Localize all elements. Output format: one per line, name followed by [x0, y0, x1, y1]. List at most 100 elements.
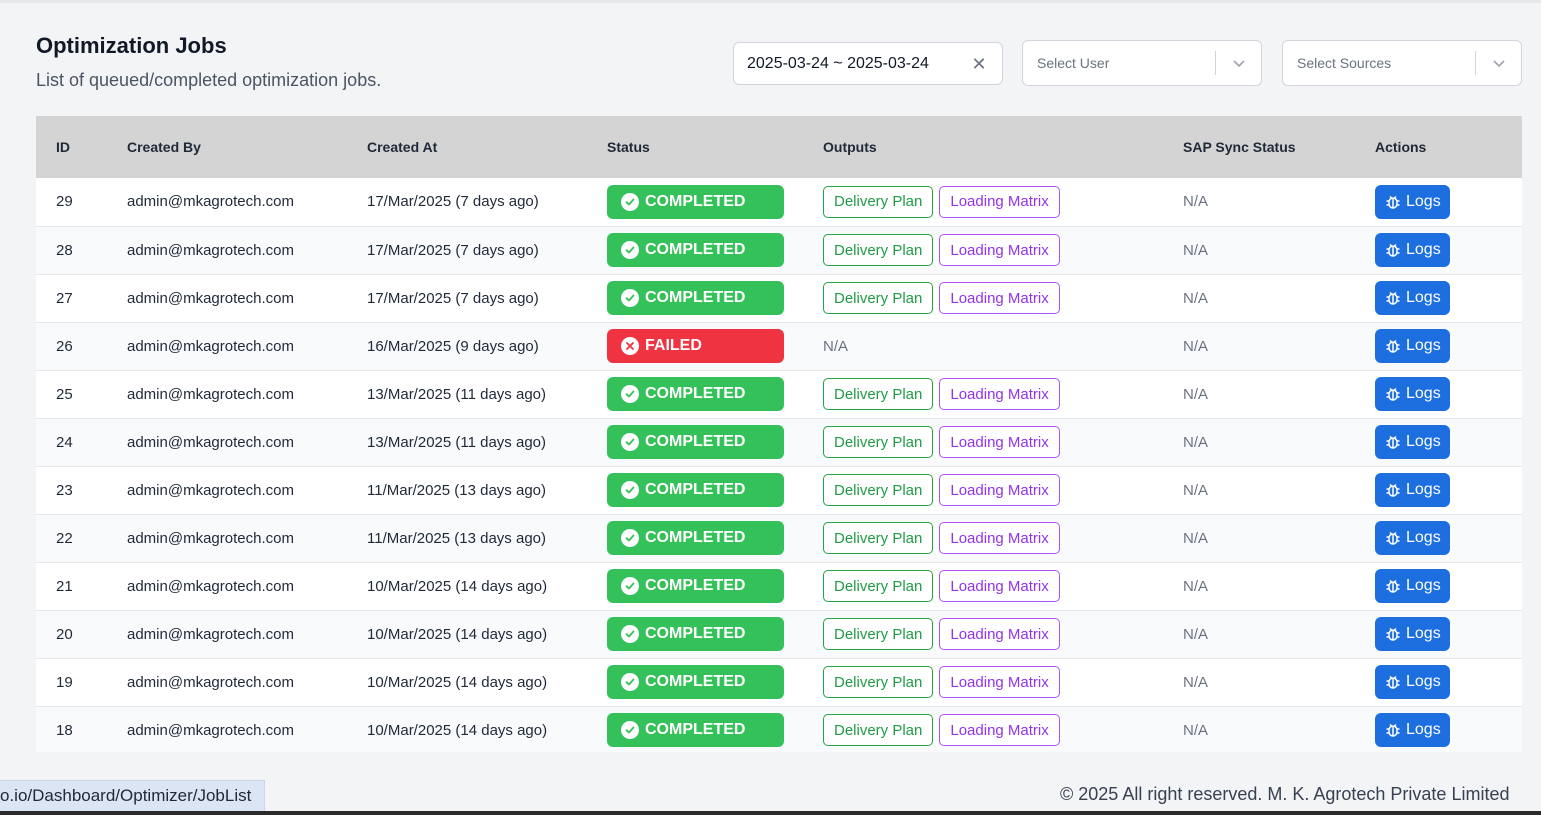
logs-button[interactable]: Logs	[1375, 665, 1450, 699]
table-row: 26 admin@mkagrotech.com 16/Mar/2025 (9 day…	[36, 322, 1522, 370]
delivery-plan-link[interactable]: Delivery Plan	[823, 666, 934, 698]
page-title: Optimization Jobs	[36, 33, 227, 58]
status-badge: COMPLETED	[607, 521, 784, 555]
cell-created-at: 17/Mar/2025 (7 days ago)	[367, 241, 539, 259]
table-row: 22 admin@mkagrotech.com 11/Mar/2025 (13 da…	[36, 514, 1522, 562]
check-circle-icon	[621, 721, 639, 739]
delivery-plan-link[interactable]: Delivery Plan	[823, 522, 934, 554]
cell-sap-sync-status: N/A	[1183, 481, 1209, 499]
cell-sap-sync-status: N/A	[1183, 241, 1209, 259]
check-circle-icon	[621, 529, 639, 547]
select-user-placeholder: Select User	[1037, 55, 1110, 71]
logs-button[interactable]: Logs	[1375, 713, 1450, 747]
delivery-plan-link[interactable]: Delivery Plan	[823, 426, 934, 458]
loading-matrix-link[interactable]: Loading Matrix	[939, 570, 1060, 602]
bug-icon	[1384, 673, 1402, 691]
logs-button[interactable]: Logs	[1375, 329, 1450, 363]
logs-button[interactable]: Logs	[1375, 377, 1450, 411]
loading-matrix-link[interactable]: Loading Matrix	[939, 666, 1060, 698]
cell-created-by: admin@mkagrotech.com	[127, 337, 294, 355]
column-header-actions: Actions	[1355, 116, 1522, 178]
cell-created-by: admin@mkagrotech.com	[127, 721, 294, 739]
loading-matrix-link[interactable]: Loading Matrix	[939, 185, 1060, 218]
cell-sap-sync-status: N/A	[1183, 577, 1209, 595]
logs-button[interactable]: Logs	[1375, 569, 1450, 603]
cell-status: COMPLETED	[587, 610, 803, 658]
page-subtitle: List of queued/completed optimization jo…	[36, 70, 382, 90]
cell-created-by: admin@mkagrotech.com	[127, 289, 294, 307]
delivery-plan-link[interactable]: Delivery Plan	[823, 570, 934, 602]
status-badge: COMPLETED	[607, 569, 784, 603]
delivery-plan-link[interactable]: Delivery Plan	[823, 474, 934, 506]
cell-actions: Logs	[1355, 514, 1522, 562]
logs-button-label: Logs	[1406, 337, 1441, 354]
delivery-plan-link[interactable]: Delivery Plan	[823, 234, 934, 266]
cell-created-by: admin@mkagrotech.com	[127, 385, 294, 403]
delivery-plan-link[interactable]: Delivery Plan	[823, 378, 934, 410]
loading-matrix-link[interactable]: Loading Matrix	[939, 426, 1060, 458]
cell-outputs: Delivery Plan Loading Matrix	[803, 658, 1163, 706]
logs-button[interactable]: Logs	[1375, 521, 1450, 555]
cell-status: COMPLETED	[587, 514, 803, 562]
logs-button-label: Logs	[1406, 241, 1441, 258]
delivery-plan-link[interactable]: Delivery Plan	[823, 282, 934, 314]
logs-button[interactable]: Logs	[1375, 281, 1450, 315]
cell-created-by: admin@mkagrotech.com	[127, 577, 294, 595]
delivery-plan-link[interactable]: Delivery Plan	[823, 618, 934, 650]
logs-button[interactable]: Logs	[1375, 425, 1450, 459]
cell-outputs: Delivery Plan Loading Matrix	[803, 178, 1163, 226]
logs-button-label: Logs	[1406, 721, 1441, 738]
status-badge: COMPLETED	[607, 713, 784, 747]
loading-matrix-link[interactable]: Loading Matrix	[939, 282, 1060, 314]
loading-matrix-link[interactable]: Loading Matrix	[939, 378, 1060, 410]
logs-button-label: Logs	[1406, 625, 1441, 642]
cell-outputs: Delivery Plan Loading Matrix	[803, 610, 1163, 658]
bug-icon	[1384, 481, 1402, 499]
cell-status: COMPLETED	[587, 178, 803, 226]
footer-copyright: © 2025 All right reserved. M. K. Agrotec…	[1060, 784, 1510, 804]
close-icon[interactable]: ✕	[970, 55, 988, 73]
logs-button[interactable]: Logs	[1375, 233, 1450, 267]
delivery-plan-link[interactable]: Delivery Plan	[823, 185, 934, 218]
table-row: 27 admin@mkagrotech.com 17/Mar/2025 (7 day…	[36, 274, 1522, 322]
cell-created-at: 11/Mar/2025 (13 days ago)	[367, 529, 546, 547]
select-sources-dropdown[interactable]: Select Sources	[1282, 40, 1522, 86]
cell-id: 29	[56, 193, 73, 211]
status-badge: COMPLETED	[607, 665, 784, 699]
logs-button[interactable]: Logs	[1375, 617, 1450, 651]
cell-actions: Logs	[1355, 418, 1522, 466]
logs-button-label: Logs	[1406, 577, 1441, 594]
cell-actions: Logs	[1355, 610, 1522, 658]
check-circle-icon	[621, 673, 639, 691]
cell-sap-sync-status: N/A	[1183, 193, 1209, 211]
loading-matrix-link[interactable]: Loading Matrix	[939, 474, 1060, 506]
status-badge: COMPLETED	[607, 473, 784, 507]
column-header-status: Status	[587, 116, 803, 178]
loading-matrix-link[interactable]: Loading Matrix	[939, 714, 1060, 746]
cell-id: 21	[56, 577, 73, 595]
x-circle-icon	[621, 337, 639, 355]
logs-button-label: Logs	[1406, 481, 1441, 498]
column-header-created-by: Created By	[107, 116, 347, 178]
cell-id: 24	[56, 433, 73, 451]
loading-matrix-link[interactable]: Loading Matrix	[939, 522, 1060, 554]
table-row: 24 admin@mkagrotech.com 13/Mar/2025 (11 da…	[36, 418, 1522, 466]
chevron-down-icon[interactable]	[1231, 55, 1247, 71]
cell-status: COMPLETED	[587, 274, 803, 322]
cell-created-by: admin@mkagrotech.com	[127, 241, 294, 259]
delivery-plan-link[interactable]: Delivery Plan	[823, 714, 934, 746]
cell-status: COMPLETED	[587, 418, 803, 466]
cell-created-by: admin@mkagrotech.com	[127, 529, 294, 547]
logs-button[interactable]: Logs	[1375, 184, 1450, 219]
loading-matrix-link[interactable]: Loading Matrix	[939, 234, 1060, 266]
logs-button[interactable]: Logs	[1375, 473, 1450, 507]
chevron-down-icon[interactable]	[1491, 55, 1507, 71]
cell-created-at: 13/Mar/2025 (11 days ago)	[367, 385, 546, 403]
select-user-dropdown[interactable]: Select User	[1022, 40, 1262, 86]
link-url-text: o.io/Dashboard/Optimizer/JobList	[0, 786, 252, 805]
date-range-picker[interactable]: 2025-03-24 ~ 2025-03-24 ✕	[733, 42, 1003, 85]
loading-matrix-link[interactable]: Loading Matrix	[939, 618, 1060, 650]
status-label: COMPLETED	[645, 192, 746, 210]
status-label: COMPLETED	[645, 433, 746, 450]
cell-sap-sync-status: N/A	[1183, 529, 1209, 547]
